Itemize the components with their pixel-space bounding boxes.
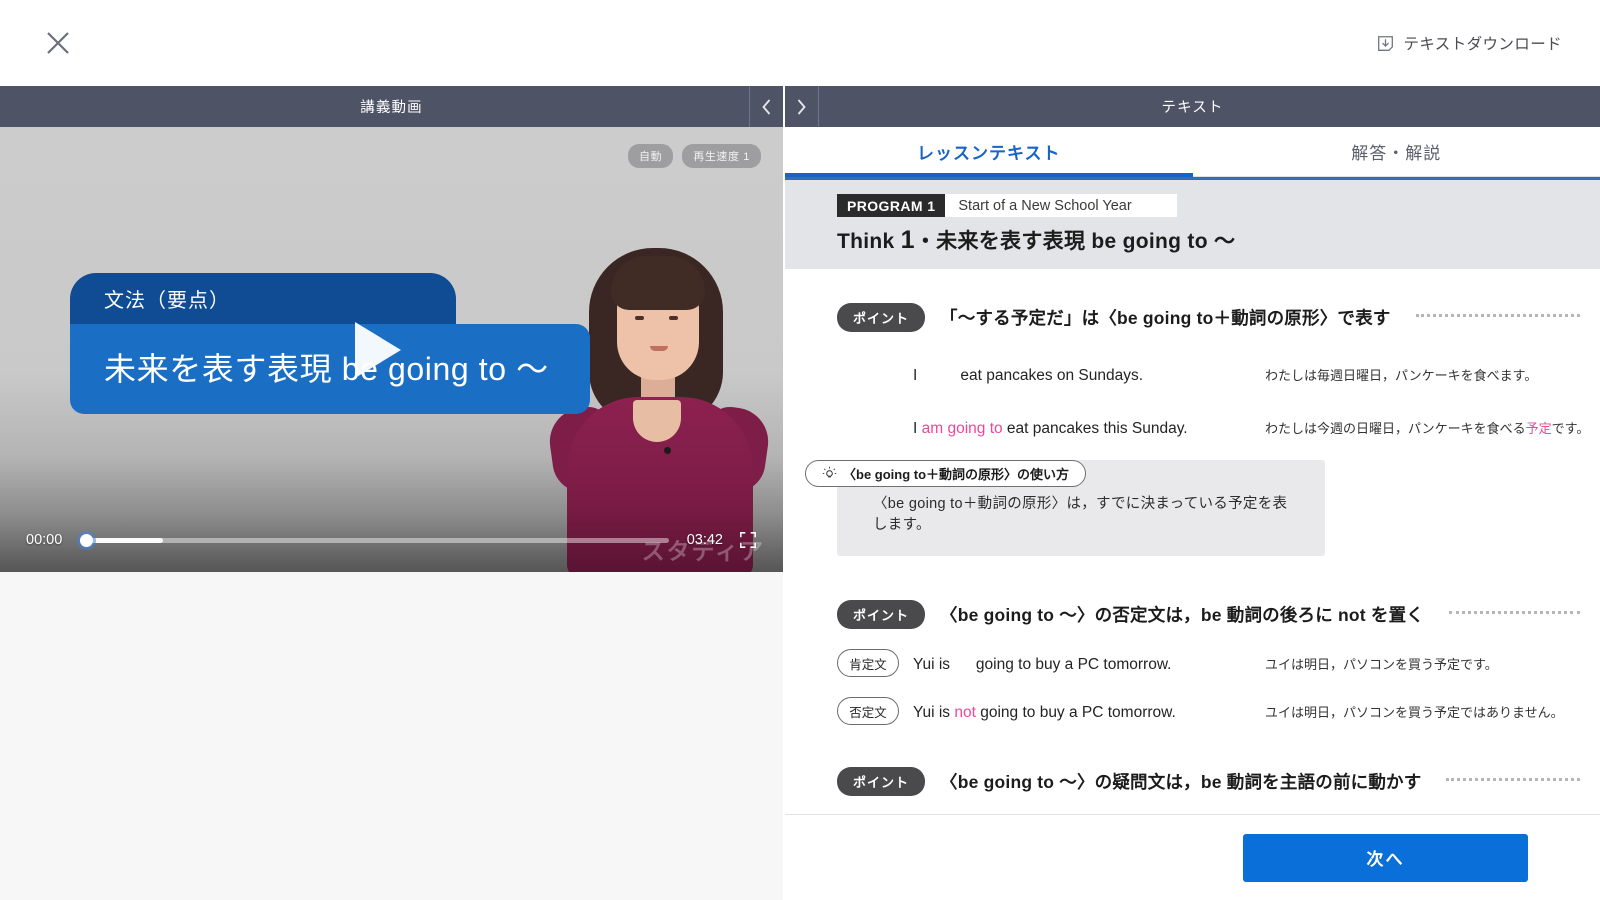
example-en-mark: not [954, 703, 976, 721]
video-controls: 00:00 03:42 [0, 508, 783, 572]
text-download-label: テキストダウンロード [1403, 36, 1562, 53]
download-icon [1378, 35, 1394, 51]
text-tabs: レッスンテキスト 解答・解説 [785, 127, 1600, 177]
example-ja-pre: ユイは明日，パソコンを買う予定ではありません。 [1265, 704, 1564, 720]
video-panel-title: 講義動画 [360, 100, 423, 116]
document-title-rest: ・未来を表す表現 be going to 〜 [914, 230, 1236, 253]
next-button[interactable]: 次へ [1243, 833, 1528, 882]
point-header: ポイント 〈be going to 〜〉の疑問文は，be 動詞を主語の前に動かす [785, 767, 1600, 796]
video-player[interactable]: 自動 再生速度 1 スタディア 文法（要点） 未来を表す表現 be going … [0, 127, 783, 572]
document-title-prefix: Think [837, 230, 901, 253]
playback-speed-badge[interactable]: 再生速度 1 [682, 144, 761, 168]
example-tag: 肯定文 [837, 649, 899, 677]
point-dotted-rule [1446, 777, 1580, 781]
example-row: 肯定文 Yui is going to buy a PC tomorrow. ユ… [785, 649, 1600, 677]
example-ja-pre: わたしは今週の日曜日，パンケーキを食べる [1265, 421, 1526, 436]
document-header: PROGRAM 1 Start of a New School Year Thi… [785, 177, 1600, 269]
close-button[interactable] [36, 21, 80, 65]
point-badge: ポイント [837, 600, 926, 629]
point-dotted-rule [1415, 313, 1580, 317]
example-english: I am going to eat pancakes this Sunday. [913, 420, 1265, 438]
example-japanese: わたしは毎週日曜日，パンケーキを食べます。 [1265, 365, 1537, 384]
video-title-card-body: 未来を表す表現 be going to 〜 [70, 324, 590, 414]
video-settings-badges: 自動 再生速度 1 [628, 144, 761, 168]
example-tag: 否定文 [837, 697, 899, 725]
example-en-post: eat pancakes this Sunday. [1002, 420, 1188, 437]
program-subtitle: Start of a New School Year [945, 194, 1177, 217]
point-section: ポイント 「〜する予定だ」は〈be going to＋動詞の原形〉で表す I e… [785, 303, 1600, 556]
play-icon[interactable] [355, 322, 401, 378]
example-japanese: ユイは明日，パソコンを買う予定です。 [1265, 654, 1498, 673]
example-row: I eat pancakes on Sundays. わたしは毎週日曜日，パンケ… [785, 352, 1600, 385]
auto-quality-badge[interactable]: 自動 [628, 144, 674, 168]
text-panel-title: テキスト [1161, 100, 1224, 116]
point-header: ポイント 〈be going to 〜〉の否定文は，be 動詞の後ろに not … [785, 600, 1600, 629]
example-en-pre: Yui is [913, 655, 951, 673]
example-row: 否定文 Yui is not going to buy a PC tomorro… [785, 697, 1600, 725]
video-panel-lower-area [0, 572, 783, 900]
example-en-pre: Yui is [913, 703, 955, 721]
point-header: ポイント 「〜する予定だ」は〈be going to＋動詞の原形〉で表す [785, 303, 1600, 332]
tab-lesson-text[interactable]: レッスンテキスト [785, 127, 1193, 177]
text-panel: レッスンテキスト 解答・解説 PROGRAM 1 Start of a New … [785, 127, 1600, 900]
tab-answers-explanation[interactable]: 解答・解説 [1193, 127, 1600, 176]
example-ja-pre: わたしは毎週日曜日，パンケーキを食べます。 [1265, 368, 1538, 383]
seek-track [80, 537, 669, 543]
seek-bar[interactable] [80, 533, 669, 547]
video-panel-bar: 講義動画 [0, 86, 783, 127]
tip-box-wrapper: 〈be going to＋動詞の原形〉の使い方 〈be going to＋動詞の… [785, 460, 1325, 556]
example-en-post: eat pancakes on Sundays. [917, 367, 1144, 384]
video-title-card-head: 文法（要点） [70, 273, 456, 324]
point-section: ポイント 〈be going to 〜〉の否定文は，be 動詞の後ろに not … [785, 600, 1600, 725]
document-body: ポイント 「〜する予定だ」は〈be going to＋動詞の原形〉で表す I e… [785, 269, 1600, 821]
expand-text-button[interactable] [785, 86, 819, 127]
fullscreen-icon[interactable] [739, 531, 757, 549]
chevron-right-icon [797, 98, 806, 115]
example-english: Yui is going to buy a PC tomorrow. [913, 656, 1265, 674]
document-title-number: 1 [900, 226, 915, 254]
example-ja-post: です。 [1551, 421, 1590, 436]
chevron-left-icon [762, 98, 771, 115]
point-badge: ポイント [837, 767, 926, 796]
example-ja-pre: ユイは明日，パソコンを買う予定です。 [1265, 656, 1498, 672]
example-en-mark: am going to [921, 420, 1003, 437]
example-row: I am going to eat pancakes this Sunday. … [785, 405, 1600, 438]
top-bar: テキストダウンロード [0, 0, 1600, 86]
program-badge: PROGRAM 1 [837, 194, 946, 217]
bottom-bar: 次へ [785, 814, 1600, 900]
example-english: Yui is not going to buy a PC tomorrow. [913, 704, 1265, 722]
example-english: I eat pancakes on Sundays. [913, 367, 1265, 385]
tip-label: 〈be going to＋動詞の原形〉の使い方 [805, 460, 1087, 487]
example-en-post: going to buy a PC tomorrow. [975, 703, 1176, 721]
point-heading: 〈be going to 〜〉の否定文は，be 動詞の後ろに not を置く [940, 605, 1424, 625]
example-en-pre: I [913, 420, 922, 437]
point-heading: 「〜する予定だ」は〈be going to＋動詞の原形〉で表す [940, 308, 1391, 328]
current-time-label: 00:00 [26, 532, 63, 548]
tip-label-text: 〈be going to＋動詞の原形〉の使い方 [843, 467, 1070, 482]
point-badge: ポイント [837, 303, 926, 332]
collapse-video-button[interactable] [749, 86, 783, 127]
document-title: Think 1・未来を表す表現 be going to 〜 [837, 225, 1600, 255]
point-section: ポイント 〈be going to 〜〉の疑問文は，be 動詞を主語の前に動かす… [785, 767, 1600, 821]
example-japanese: ユイは明日，パソコンを買う予定ではありません。 [1265, 702, 1564, 721]
point-dotted-rule [1448, 610, 1580, 614]
seek-handle[interactable] [80, 533, 94, 547]
duration-label: 03:42 [686, 532, 723, 548]
text-panel-bar: テキスト [785, 86, 1600, 127]
lightbulb-icon [822, 466, 837, 478]
example-japanese: わたしは今週の日曜日，パンケーキを食べる予定です。 [1265, 418, 1589, 437]
example-ja-mark: 予定 [1525, 421, 1552, 436]
point-heading: 〈be going to 〜〉の疑問文は，be 動詞を主語の前に動かす [940, 772, 1422, 792]
program-row: PROGRAM 1 Start of a New School Year [837, 194, 1177, 217]
video-title-card: 文法（要点） 未来を表す表現 be going to 〜 [70, 273, 590, 414]
example-en-post: going to buy a PC tomorrow. [950, 655, 1172, 673]
text-download-button[interactable]: テキストダウンロード [1367, 26, 1572, 60]
close-icon [47, 32, 69, 54]
